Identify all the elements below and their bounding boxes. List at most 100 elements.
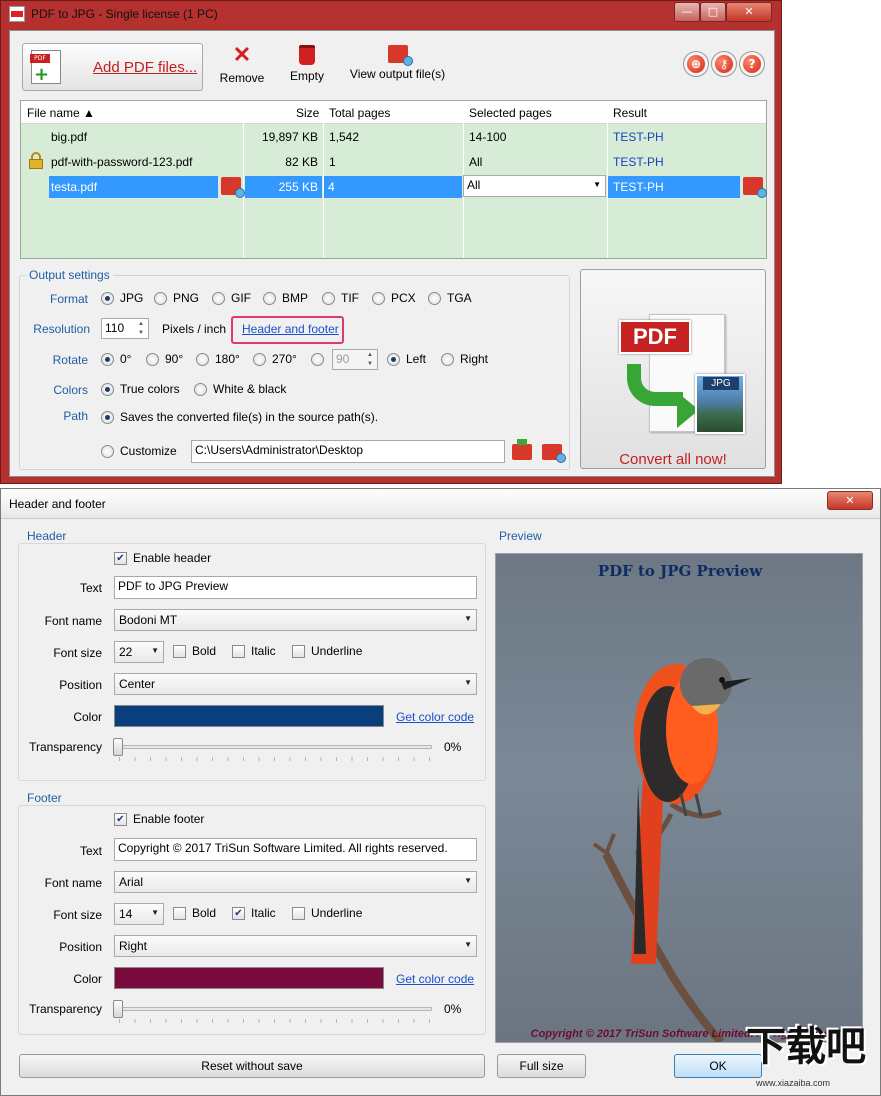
footer-color-swatch[interactable] <box>114 967 384 989</box>
header-underline-checkbox[interactable] <box>292 645 305 658</box>
customize-path-radio[interactable] <box>101 445 114 458</box>
footer-transparency-thumb[interactable] <box>113 1000 123 1018</box>
column-total-pages[interactable]: Total pages <box>329 106 390 120</box>
result-cell[interactable]: TEST-PH <box>613 130 664 144</box>
source-path-radio[interactable] <box>101 411 114 424</box>
format-radio-bmp[interactable] <box>263 292 276 305</box>
column-selected-pages[interactable]: Selected pages <box>469 106 552 120</box>
footer-underline-checkbox[interactable] <box>292 907 305 920</box>
rotate-custom-spinner[interactable]: 90 ▲ ▼ <box>332 349 378 370</box>
open-folder-icon[interactable] <box>542 444 566 463</box>
rotate-right-label[interactable]: Right <box>460 352 488 366</box>
format-radio-png[interactable] <box>154 292 167 305</box>
header-font-name-select[interactable]: Bodoni MT <box>114 609 477 631</box>
website-button[interactable]: ⊕ <box>683 51 709 77</box>
remove-button[interactable]: ✕ Remove <box>216 43 268 86</box>
format-radio-tif[interactable] <box>322 292 335 305</box>
footer-italic-checkbox[interactable]: ✔ <box>232 907 245 920</box>
file-list[interactable]: File name ▲ Size Total pages Selected pa… <box>20 100 767 259</box>
format-radio-gif[interactable] <box>212 292 225 305</box>
header-italic-checkbox[interactable] <box>232 645 245 658</box>
rotate-0-label[interactable]: 0° <box>120 352 131 366</box>
footer-get-color-code-link[interactable]: Get color code <box>396 972 474 986</box>
rotate-radio-180[interactable] <box>196 353 209 366</box>
footer-underline-label[interactable]: Underline <box>311 906 362 920</box>
customize-label[interactable]: Customize <box>120 444 177 458</box>
table-row[interactable]: pdf-with-password-123.pdf 82 KB 1 All TE… <box>21 150 766 174</box>
spinner-arrows-icon[interactable]: ▲ ▼ <box>135 320 147 338</box>
enable-footer-label[interactable]: Enable footer <box>133 812 204 826</box>
format-radio-pcx[interactable] <box>372 292 385 305</box>
result-cell[interactable]: TEST-PH <box>613 155 664 169</box>
header-bold-checkbox[interactable] <box>173 645 186 658</box>
rotate-180-label[interactable]: 180° <box>215 352 240 366</box>
enable-header-label[interactable]: Enable header <box>133 551 211 565</box>
rotate-direction-left-radio[interactable] <box>387 353 400 366</box>
true-colors-radio[interactable] <box>101 383 114 396</box>
spinner-arrows-icon[interactable]: ▲ ▼ <box>364 351 376 369</box>
white-black-label[interactable]: White & black <box>213 382 286 396</box>
format-png-label[interactable]: PNG <box>173 291 199 305</box>
enable-footer-checkbox[interactable]: ✔ <box>114 813 127 826</box>
help-button[interactable]: ? <box>739 51 765 77</box>
header-bold-label[interactable]: Bold <box>192 644 216 658</box>
maximize-button[interactable]: □ <box>700 2 726 22</box>
header-get-color-code-link[interactable]: Get color code <box>396 710 474 724</box>
format-tga-label[interactable]: TGA <box>447 291 472 305</box>
format-jpg-label[interactable]: JPG <box>120 291 143 305</box>
footer-transparency-track[interactable] <box>114 1007 432 1011</box>
rotate-90-label[interactable]: 90° <box>165 352 183 366</box>
customize-path-input[interactable]: C:\Users\Administrator\Desktop <box>191 440 505 463</box>
add-pdf-files-button[interactable]: PDF + Add PDF files... <box>22 43 203 91</box>
rotate-radio-0[interactable] <box>101 353 114 366</box>
full-size-button[interactable]: Full size <box>497 1054 586 1078</box>
true-colors-label[interactable]: True colors <box>120 382 180 396</box>
rotate-270-label[interactable]: 270° <box>272 352 297 366</box>
dialog-close-button[interactable]: ✕ <box>827 491 873 510</box>
convert-all-button[interactable]: PDF JPG Convert all now! <box>580 269 766 469</box>
header-transparency-thumb[interactable] <box>113 738 123 756</box>
selected-pages-dropdown[interactable]: All ▼ <box>463 175 606 197</box>
empty-button[interactable]: Empty <box>282 43 332 83</box>
footer-font-name-select[interactable]: Arial <box>114 871 477 893</box>
header-position-select[interactable]: Center <box>114 673 477 695</box>
footer-text-input[interactable]: Copyright © 2017 TriSun Software Limited… <box>114 838 477 861</box>
rotate-direction-right-radio[interactable] <box>441 353 454 366</box>
footer-position-select[interactable]: Right <box>114 935 477 957</box>
header-transparency-track[interactable] <box>114 745 432 749</box>
header-color-swatch[interactable] <box>114 705 384 727</box>
footer-bold-checkbox[interactable] <box>173 907 186 920</box>
selected-pages-cell[interactable]: All <box>469 155 482 169</box>
table-row-selected[interactable]: testa.pdf 255 KB 4 All ▼ TEST-PH <box>21 175 767 199</box>
white-black-radio[interactable] <box>194 383 207 396</box>
format-tif-label[interactable]: TIF <box>341 291 359 305</box>
footer-font-size-select[interactable]: 14 <box>114 903 164 925</box>
rotate-radio-90[interactable] <box>146 353 159 366</box>
view-output-files-button[interactable]: View output file(s) <box>345 43 450 81</box>
format-radio-tga[interactable] <box>428 292 441 305</box>
close-button[interactable]: ✕ <box>726 2 772 22</box>
rotate-radio-270[interactable] <box>253 353 266 366</box>
format-gif-label[interactable]: GIF <box>231 291 251 305</box>
result-cell-selected[interactable]: TEST-PH <box>608 176 740 198</box>
enable-header-checkbox[interactable]: ✔ <box>114 552 127 565</box>
register-button[interactable]: ⚷ <box>711 51 737 77</box>
header-text-input[interactable]: PDF to JPG Preview <box>114 576 477 599</box>
source-path-label[interactable]: Saves the converted file(s) in the sourc… <box>120 410 378 424</box>
footer-bold-label[interactable]: Bold <box>192 906 216 920</box>
reset-without-save-button[interactable]: Reset without save <box>19 1054 485 1078</box>
column-size[interactable]: Size <box>296 106 319 120</box>
footer-italic-label[interactable]: Italic <box>251 906 276 920</box>
format-radio-jpg[interactable] <box>101 292 114 305</box>
open-folder-icon[interactable] <box>743 177 767 198</box>
rotate-radio-custom[interactable] <box>311 353 324 366</box>
format-pcx-label[interactable]: PCX <box>391 291 416 305</box>
selected-pages-cell[interactable]: 14-100 <box>469 130 506 144</box>
open-folder-icon[interactable] <box>221 177 245 198</box>
browse-folder-icon[interactable] <box>512 439 532 460</box>
column-result[interactable]: Result <box>613 106 647 120</box>
column-file-name[interactable]: File name ▲ <box>27 106 95 120</box>
resolution-spinner[interactable]: 110 ▲ ▼ <box>101 318 149 339</box>
header-italic-label[interactable]: Italic <box>251 644 276 658</box>
table-row[interactable]: big.pdf 19,897 KB 1,542 14-100 TEST-PH <box>21 125 766 149</box>
